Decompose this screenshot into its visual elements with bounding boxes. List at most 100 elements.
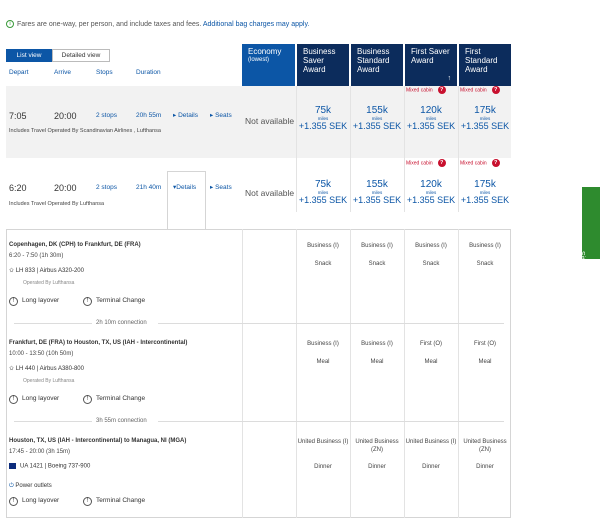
- connection-line: [158, 323, 504, 324]
- long-layover-warning: ! Long layover: [9, 497, 59, 506]
- segment-operated-by: Operated By Lufthansa: [23, 378, 75, 384]
- segment-route: Copenhagen, DK (CPH) to Frankfurt, DE (F…: [9, 242, 141, 248]
- details-label: Details: [178, 112, 198, 119]
- seats-link[interactable]: ▸ Seats: [210, 183, 232, 191]
- column-divider: [458, 229, 459, 518]
- details-tab-open: [167, 171, 206, 230]
- price-miles: 120k: [420, 105, 442, 116]
- cabin-title: Business Saver Award: [303, 47, 336, 74]
- duration: 20h 55m: [136, 112, 162, 119]
- operated-by: Includes Travel Operated By Scandinavian…: [9, 128, 161, 134]
- price-cell-first-standard[interactable]: 175k miles +1.355 SEK: [459, 106, 511, 132]
- arrive-time: 20:00: [54, 183, 77, 193]
- segment-cabin: Business (I): [361, 341, 393, 347]
- cabin-header-business-standard[interactable]: Business Standard Award: [351, 44, 403, 86]
- fare-notice-text: Fares are one-way, per person, and inclu…: [17, 20, 202, 28]
- segment-flight-text: LH 833 | Airbus A320-200: [15, 268, 84, 274]
- price-cell-first-saver[interactable]: 120k miles +1.355 SEK: [405, 179, 457, 206]
- question-icon[interactable]: ?: [491, 86, 500, 94]
- column-stops[interactable]: Stops: [96, 69, 113, 76]
- price-cell-business-standard[interactable]: 155k miles +1.355 SEK: [351, 179, 403, 206]
- segment-flight-text: LH 440 | Airbus A380-800: [15, 366, 84, 372]
- segment-route: Frankfurt, DE (FRA) to Houston, TX, US (…: [9, 340, 188, 346]
- segment-cabin: Business (I): [469, 243, 501, 249]
- column-depart[interactable]: Depart: [9, 69, 29, 76]
- segment-cabin: Business (I): [307, 341, 339, 347]
- segment-flight: UA 1421 | Boeing 737-900: [9, 463, 90, 470]
- price-cell-first-saver[interactable]: 120k miles +1.355 SEK: [405, 105, 457, 132]
- column-divider: [242, 229, 243, 518]
- connection-line: [14, 323, 92, 324]
- arrive-time: 20:00: [54, 111, 77, 121]
- cabin-title: Business Standard Award: [357, 47, 390, 74]
- cabin-header-business-saver[interactable]: Business Saver Award: [297, 44, 349, 86]
- price-cell-business-standard[interactable]: 155k miles +1.355 SEK: [351, 105, 403, 132]
- price-miles: 120k: [420, 179, 442, 190]
- connection-line: [14, 421, 92, 422]
- warning-icon: !: [9, 497, 18, 506]
- segment-cabin: Business (I): [415, 243, 447, 249]
- price-cell-business-saver[interactable]: 75k miles +1.355 SEK: [297, 106, 349, 132]
- seats-link[interactable]: ▸ Seats: [210, 111, 232, 119]
- warning-text: Terminal Change: [96, 497, 146, 504]
- economy-not-available: Not available: [245, 116, 295, 126]
- details-toggle[interactable]: ▾Details: [173, 183, 196, 191]
- stops-link[interactable]: 2 stops: [96, 112, 117, 119]
- segment-cabin: United Business (I): [297, 439, 349, 445]
- site-feedback-tab[interactable]: Site Feedback: [578, 187, 600, 296]
- fare-notice: i Fares are one-way, per person, and incl…: [6, 20, 309, 28]
- mixed-cabin-note[interactable]: Mixed cabin?: [406, 159, 446, 167]
- segment-time: 10:00 - 13:50 (10h 50m): [9, 351, 74, 357]
- segment-cabin: First (O): [474, 341, 496, 347]
- mixed-cabin-note[interactable]: Mixed cabin?: [406, 86, 446, 94]
- star-alliance-icon: ✩: [9, 366, 16, 372]
- column-duration[interactable]: Duration: [136, 69, 161, 76]
- price-miles: 155k: [366, 105, 388, 116]
- price-miles: 75k: [314, 179, 332, 190]
- stops-link[interactable]: 2 stops: [96, 184, 117, 191]
- segment-cabin: Business (I): [307, 243, 339, 249]
- segment-time: 17:45 - 20:00 (3h 15m): [9, 449, 71, 455]
- cabin-header-first-saver[interactable]: First Saver Award ↑: [405, 44, 457, 86]
- price-sek: +1.355 SEK: [406, 195, 456, 205]
- terminal-change-warning: ! Terminal Change: [83, 297, 145, 306]
- mixed-cabin-note[interactable]: Mixed cabin?: [460, 159, 500, 167]
- warning-text: Terminal Change: [96, 297, 146, 304]
- segment-meal: Snack: [476, 261, 494, 267]
- column-arrive[interactable]: Arrive: [54, 69, 71, 76]
- column-divider: [404, 229, 405, 518]
- question-icon[interactable]: ?: [437, 86, 446, 94]
- seats-label: Seats: [215, 184, 232, 191]
- tab-detailed-view[interactable]: Detailed view: [52, 49, 110, 62]
- segment-meal: Snack: [368, 261, 386, 267]
- cabin-title: Economy: [248, 47, 282, 56]
- cabin-header-first-standard[interactable]: First Standard Award: [459, 44, 511, 86]
- tab-list-view[interactable]: List view: [6, 49, 52, 62]
- column-divider: [296, 229, 297, 518]
- segment-meal: Meal: [316, 359, 330, 365]
- terminal-change-warning: ! Terminal Change: [83, 395, 145, 404]
- connection-line: [158, 421, 504, 422]
- question-icon[interactable]: ?: [437, 159, 446, 167]
- price-miles: 155k: [366, 179, 388, 190]
- long-layover-warning: ! Long layover: [9, 395, 59, 404]
- column-divider: [350, 229, 351, 518]
- mixed-cabin-note[interactable]: Mixed cabin?: [460, 86, 500, 94]
- bag-charges-link[interactable]: Additional bag charges may apply.: [203, 21, 310, 28]
- question-icon[interactable]: ?: [491, 159, 500, 167]
- warning-text: Long layover: [22, 297, 60, 304]
- connection-time: 3h 55m connection: [96, 418, 147, 424]
- cabin-title: First Saver Award: [411, 47, 450, 65]
- site-feedback-label: Site Feedback: [578, 251, 585, 296]
- column-divider: [404, 86, 405, 212]
- segment-operated-by: Operated By Lufthansa: [23, 280, 75, 286]
- details-toggle[interactable]: ▸ Details: [173, 111, 198, 119]
- cabin-header-economy[interactable]: Economy (lowest): [242, 44, 295, 86]
- price-cell-first-standard[interactable]: 175k miles +1.355 SEK: [459, 180, 511, 206]
- price-cell-business-saver[interactable]: 75k miles +1.355 SEK: [297, 179, 349, 206]
- operated-by: Includes Travel Operated By Lufthansa: [9, 201, 105, 207]
- depart-time: 7:05: [9, 111, 27, 121]
- depart-time: 6:20: [9, 183, 27, 193]
- segment-cabin: First (O): [420, 341, 442, 347]
- mixed-cabin-label: Mixed cabin: [460, 160, 487, 167]
